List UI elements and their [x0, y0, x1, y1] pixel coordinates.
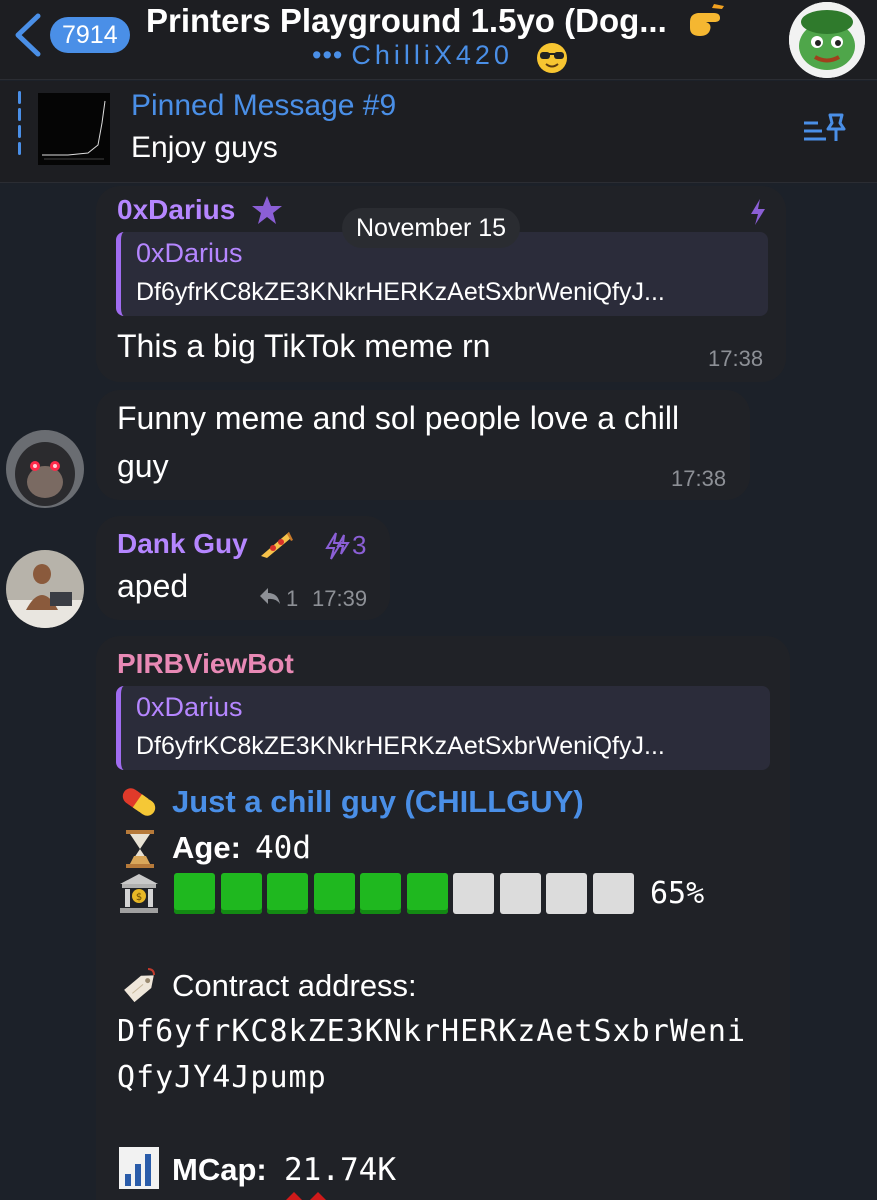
progress-segment-empty [453, 873, 494, 914]
pinned-indicator [18, 91, 22, 173]
progress-segment-filled [174, 873, 215, 914]
hand-point-icon [690, 4, 724, 36]
age-value: 40d [255, 830, 311, 866]
star-badge-icon [252, 196, 282, 224]
hourglass-icon [126, 830, 154, 868]
progress-segment-filled [267, 873, 308, 914]
progress-segment-empty [499, 873, 541, 914]
sender-name[interactable]: 0xDarius [117, 194, 235, 226]
message-time: 17:38 [671, 466, 727, 491]
red-arrows-icon [286, 1192, 326, 1200]
progress-segment-filled [220, 873, 262, 914]
token-link[interactable]: Just a chill guy (CHILLGUY) [172, 784, 584, 820]
pill-icon [122, 788, 156, 816]
reply-text: Df6yfrKC8kZE3KNkrHERKzAetSxbrWeniQfyJ... [136, 732, 665, 760]
avatar-chimp[interactable] [6, 430, 84, 508]
tag-icon [124, 968, 155, 1003]
avatar-dank-guy[interactable] [6, 550, 84, 628]
pin-list-icon[interactable] [800, 111, 848, 151]
typing-dots: ••• [312, 40, 344, 70]
pinned-message-bar[interactable]: Pinned Message #9 Enjoy guys [0, 81, 877, 183]
progress-segment-filled [360, 873, 401, 914]
reply-sender: 0xDarius [136, 692, 243, 722]
progress-segment-filled [313, 873, 355, 914]
contract-address-line-1[interactable]: Df6yfrKC8kZE3KNkrHERKzAetSxbrWeni [117, 1014, 746, 1049]
contract-address-line-2[interactable]: QfyJY4Jpump [117, 1060, 327, 1095]
reply-sender: 0xDarius [136, 238, 243, 268]
typing-user: ChilliX420 [351, 40, 513, 70]
progress-segment-empty [592, 873, 634, 914]
svg-text:$: $ [136, 892, 142, 903]
reply-quote[interactable]: 0xDarius Df6yfrKC8kZE3KNkrHERKzAetSxbrWe… [116, 686, 770, 770]
pinned-label: Pinned Message #9 [131, 89, 397, 122]
message-time: 17:38 [708, 346, 764, 371]
sunglasses-face-icon [537, 43, 567, 73]
bot-message-bubble[interactable]: PIRBViewBot 0xDarius Df6yfrKC8kZE3KNkrHE… [96, 636, 790, 1200]
pinned-text: Enjoy guys [131, 131, 278, 164]
unread-count-badge[interactable]: 7914 [50, 17, 130, 53]
reply-count: 1 [286, 586, 299, 611]
message-bubble[interactable]: Funny meme and sol people love a chill g… [96, 390, 750, 500]
bonding-percent: 65% [650, 876, 705, 911]
message-time: 17:39 [312, 586, 368, 611]
message-bubble[interactable]: Dank Guy 3 aped 1 17:39 [96, 516, 390, 620]
contract-label: Contract address: [172, 968, 417, 1003]
reply-text: Df6yfrKC8kZE3KNkrHERKzAetSxbrWeniQfyJ... [136, 278, 665, 306]
message-text: aped [117, 568, 189, 604]
boost-lightning-icon [325, 532, 350, 560]
chat-header: 7914 Printers Playground 1.5yo (Dog... •… [0, 0, 877, 80]
boost-count: 3 [352, 530, 367, 560]
bar-chart-icon [119, 1147, 159, 1189]
sender-name[interactable]: Dank Guy [117, 528, 248, 560]
sender-name[interactable]: PIRBViewBot [117, 648, 294, 680]
age-label: Age: [172, 830, 241, 865]
date-separator: November 15 [342, 208, 521, 248]
chat-subtitle[interactable]: ••• ChilliX420 [312, 40, 513, 71]
pizza-icon [261, 532, 293, 558]
back-chevron-icon[interactable] [10, 12, 44, 58]
progress-segment-filled [406, 873, 448, 914]
boost-lightning-icon [751, 199, 765, 225]
progress-segment-empty [546, 873, 587, 914]
pinned-thumbnail [38, 93, 110, 165]
reply-arrow-icon [260, 588, 280, 604]
group-avatar[interactable] [789, 2, 865, 78]
mcap-value: 21.74K [284, 1152, 396, 1188]
mcap-label: MCap: [172, 1152, 267, 1187]
message-text: This a big TikTok meme rn [117, 328, 491, 364]
message-text-line-1: Funny meme and sol people love a chill [117, 400, 680, 436]
message-text-line-2: guy [117, 448, 169, 484]
bank-icon: $ [120, 874, 158, 913]
chat-title[interactable]: Printers Playground 1.5yo (Dog... [146, 2, 706, 40]
